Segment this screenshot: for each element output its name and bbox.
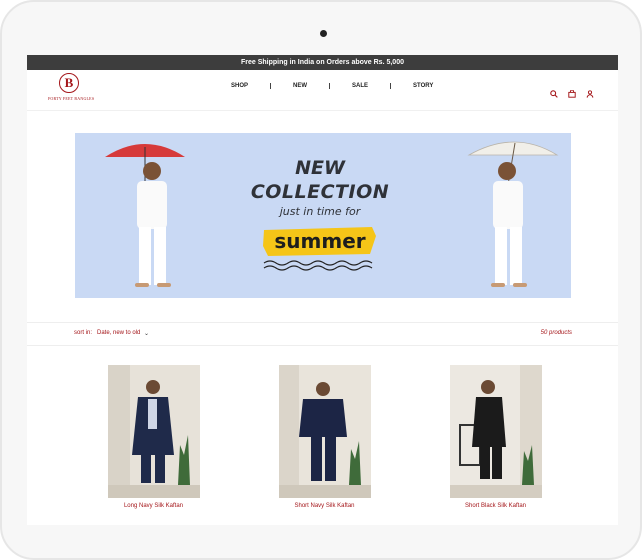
logo-mark: B (59, 73, 79, 93)
banner-line-just: just in time for (279, 205, 361, 218)
nav-divider (390, 83, 392, 89)
product-card[interactable]: Long Navy Silk Kaftan (106, 365, 201, 509)
announcement-bar: Free Shipping in India on Orders above R… (27, 55, 618, 70)
product-title[interactable]: Short Navy Silk Kaftan (277, 503, 372, 509)
site-header: B FORTY FEET BANGLES SHOP NEW SALE STORY (27, 70, 618, 111)
product-card[interactable]: Short Navy Silk Kaftan (277, 365, 372, 509)
wavy-underline-icon (263, 260, 373, 271)
child-parasol-image (467, 141, 559, 287)
nav-item-shop[interactable]: SHOP (231, 83, 248, 89)
summer-highlight: summer (262, 224, 378, 258)
nav-divider (329, 83, 331, 89)
nav-item-sale[interactable]: SALE (352, 83, 368, 89)
banner-line-new: NEW (295, 157, 345, 179)
header-icons (550, 85, 594, 98)
product-title[interactable]: Short Black Silk Kaftan (448, 503, 543, 509)
child-red-umbrella-image (105, 144, 185, 287)
account-icon[interactable] (586, 85, 594, 98)
banner-line-collection: COLLECTION (250, 181, 390, 203)
camera-dot (320, 30, 327, 37)
nav-divider (270, 83, 272, 89)
banner-line-summer: summer (274, 229, 366, 253)
logo-text: FORTY FEET BANGLES (48, 96, 95, 101)
chevron-down-icon[interactable]: ⌄ (144, 330, 149, 337)
nav-item-new[interactable]: NEW (293, 83, 307, 89)
sort-select[interactable]: Date, new to old (97, 330, 140, 336)
sort-bar: sort in: Date, new to old ⌄ 50 products (27, 322, 618, 346)
main-nav: SHOP NEW SALE STORY (231, 83, 433, 89)
product-title[interactable]: Long Navy Silk Kaftan (106, 503, 201, 509)
product-count: 50 products (540, 330, 572, 336)
hero-banner[interactable]: NEW COLLECTION just in time for summer (75, 133, 571, 298)
banner-headline: NEW COLLECTION just in time for summer (250, 141, 390, 276)
cart-icon[interactable] (568, 85, 576, 98)
nav-item-story[interactable]: STORY (413, 83, 433, 89)
sort-label: sort in: (74, 330, 93, 336)
brand-logo[interactable]: B FORTY FEET BANGLES (48, 73, 95, 105)
store-page: Free Shipping in India on Orders above R… (27, 55, 618, 525)
product-image[interactable] (278, 365, 371, 498)
product-card[interactable]: Short Black Silk Kaftan (448, 365, 543, 509)
product-image[interactable] (449, 365, 542, 498)
product-image[interactable] (107, 365, 200, 498)
search-icon[interactable] (550, 85, 558, 98)
